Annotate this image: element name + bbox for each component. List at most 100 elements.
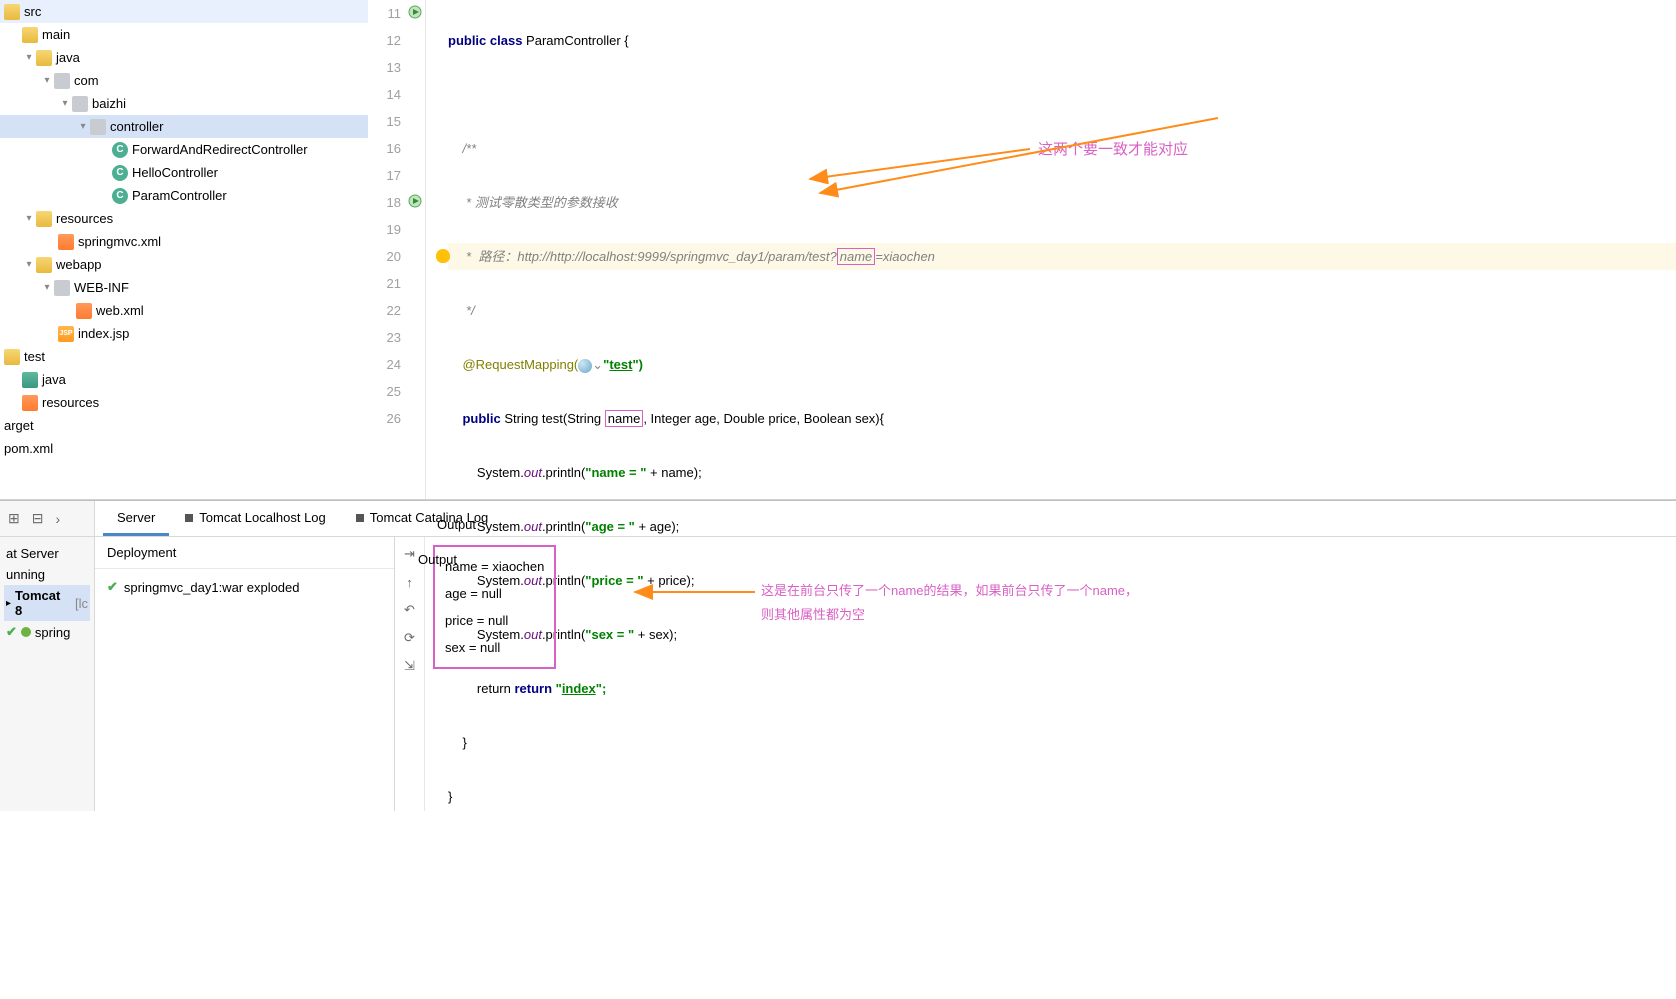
tree-label: src	[24, 4, 41, 19]
run-config-label: at Server	[4, 543, 90, 564]
tree-label: resources	[56, 211, 113, 226]
tree-node-class[interactable]: CParamController	[0, 184, 368, 207]
line-number: 13	[387, 60, 401, 75]
chevron-down-icon: ▾	[22, 52, 36, 63]
lightbulb-icon[interactable]	[436, 249, 450, 263]
line-number: 11	[388, 6, 402, 21]
tree-node-com[interactable]: ▾com	[0, 69, 368, 92]
panel-header: Output	[425, 509, 488, 540]
chevron-down-icon: ▾	[58, 98, 72, 109]
run-config-spring[interactable]: ✔spring	[4, 621, 90, 643]
deployment-label: springmvc_day1:war exploded	[124, 580, 300, 595]
tree-label: arget	[4, 418, 34, 433]
annotation-text: 这是在前台只传了一个name的结果，如果前台只传了一个name， 则其他属性都为…	[761, 579, 1138, 627]
xml-icon	[58, 234, 74, 250]
tree-label: webapp	[56, 257, 102, 272]
chevron-down-icon: ▾	[40, 75, 54, 86]
folder-icon	[4, 349, 20, 365]
chevron-down-icon: ▾	[76, 121, 90, 132]
tree-node-res2[interactable]: resources	[0, 391, 368, 414]
code-text: */	[448, 303, 475, 318]
code-text: , Integer age, Double price, Boolean sex…	[643, 411, 884, 426]
deployment-panel: Deployment ✔springmvc_day1:war exploded	[95, 537, 395, 811]
tree-node-controller[interactable]: ▾ controller	[0, 115, 368, 138]
deployment-item[interactable]: ✔ springmvc_day1:war exploded	[105, 577, 384, 597]
tree-label: resources	[42, 395, 99, 410]
tree-node-webapp[interactable]: ▾webapp	[0, 253, 368, 276]
code-text: @RequestMapping(	[448, 357, 578, 372]
code-text: test	[609, 357, 632, 372]
jsp-icon: JSP	[58, 326, 74, 342]
line-number: 26	[387, 411, 401, 426]
output-panel: Output name = xiaochen age = null price …	[425, 537, 1676, 811]
code-editor[interactable]: 11 12 13 14 15 16 17 18 19 20 21 22 23 2…	[368, 0, 1676, 499]
back-icon[interactable]: ↶	[401, 601, 419, 619]
tree-node-xml[interactable]: web.xml	[0, 299, 368, 322]
tree-label: java	[42, 372, 66, 387]
tree-node-jsp[interactable]: JSPindex.jsp	[0, 322, 368, 345]
tree-node-main[interactable]: main	[0, 23, 368, 46]
tree-label: ForwardAndRedirectController	[132, 142, 308, 157]
line-number: 19	[387, 222, 401, 237]
folder-icon	[36, 211, 52, 227]
layout-icon[interactable]: ⊟	[32, 510, 44, 527]
folder-icon	[22, 372, 38, 388]
code-text: =xiaochen	[875, 249, 935, 264]
refresh-icon[interactable]: ⟳	[401, 629, 419, 647]
tree-node-test[interactable]: test	[0, 345, 368, 368]
line-number: 20	[387, 249, 401, 264]
box-highlight: name	[605, 410, 644, 427]
tree-label: main	[42, 27, 70, 42]
code-text: /**	[448, 141, 476, 156]
class-icon: C	[112, 142, 128, 158]
check-icon: ✔	[6, 624, 17, 640]
line-number: 16	[387, 141, 401, 156]
export-icon[interactable]: ⇲	[401, 657, 419, 675]
line-number: 14	[387, 87, 401, 102]
tree-node-pom[interactable]: pom.xml	[0, 437, 368, 460]
chevron-right-icon[interactable]: ›	[55, 511, 60, 527]
run-gutter-icon[interactable]	[408, 194, 422, 208]
log-icon	[356, 514, 364, 522]
code-text: * 测试零散类型的参数接收	[448, 195, 618, 210]
tree-node-xml[interactable]: springmvc.xml	[0, 230, 368, 253]
tree-node-class[interactable]: C ForwardAndRedirectController	[0, 138, 368, 161]
folder-icon	[54, 280, 70, 296]
run-config-tomcat[interactable]: ▸Tomcat 8[lc	[4, 585, 90, 621]
run-status-label: unning	[4, 564, 90, 585]
layout-icon[interactable]: ⊞	[8, 510, 20, 527]
run-gutter-icon[interactable]	[408, 5, 422, 19]
globe-icon[interactable]	[578, 359, 592, 373]
tree-node-webinf[interactable]: ▾WEB-INF	[0, 276, 368, 299]
line-gutter: 11 12 13 14 15 16 17 18 19 20 21 22 23 2…	[368, 0, 426, 499]
tree-label: ParamController	[132, 188, 227, 203]
code-text: * 路径：http://http://localhost:9999/spring…	[448, 249, 837, 264]
tree-node-src[interactable]: src	[0, 0, 368, 23]
project-tree[interactable]: src main ▾java ▾com ▾baizhi ▾controller …	[0, 0, 368, 499]
tab-server[interactable]: Server	[103, 502, 169, 536]
line-number: 18	[387, 195, 401, 210]
tree-label: springmvc.xml	[78, 234, 161, 249]
tree-node-resources[interactable]: ▾resources	[0, 207, 368, 230]
tab-localhost-log[interactable]: Tomcat Localhost Log	[171, 502, 339, 536]
up-icon[interactable]: ↑	[401, 573, 419, 591]
tree-node-java[interactable]: ▾ java	[0, 46, 368, 69]
code-content[interactable]: public class ParamController { /** * 测试零…	[440, 0, 1676, 499]
tree-label: web.xml	[96, 303, 144, 318]
box-highlight: name	[837, 248, 876, 265]
tree-label: java	[56, 50, 80, 65]
tree-node-target[interactable]: arget	[0, 414, 368, 437]
log-icon	[185, 514, 193, 522]
tree-label: controller	[110, 119, 163, 134]
tree-node-baizhi[interactable]: ▾ baizhi	[0, 92, 368, 115]
rerun-icon[interactable]: ⇥	[401, 545, 419, 563]
line-number: 22	[387, 303, 401, 318]
tree-label: test	[24, 349, 45, 364]
folder-icon	[72, 96, 88, 112]
folder-icon	[4, 4, 20, 20]
tree-label: baizhi	[92, 96, 126, 111]
tree-node-java2[interactable]: java	[0, 368, 368, 391]
line-number: 23	[387, 330, 401, 345]
check-icon: ✔	[107, 579, 118, 595]
tree-node-class[interactable]: CHelloController	[0, 161, 368, 184]
